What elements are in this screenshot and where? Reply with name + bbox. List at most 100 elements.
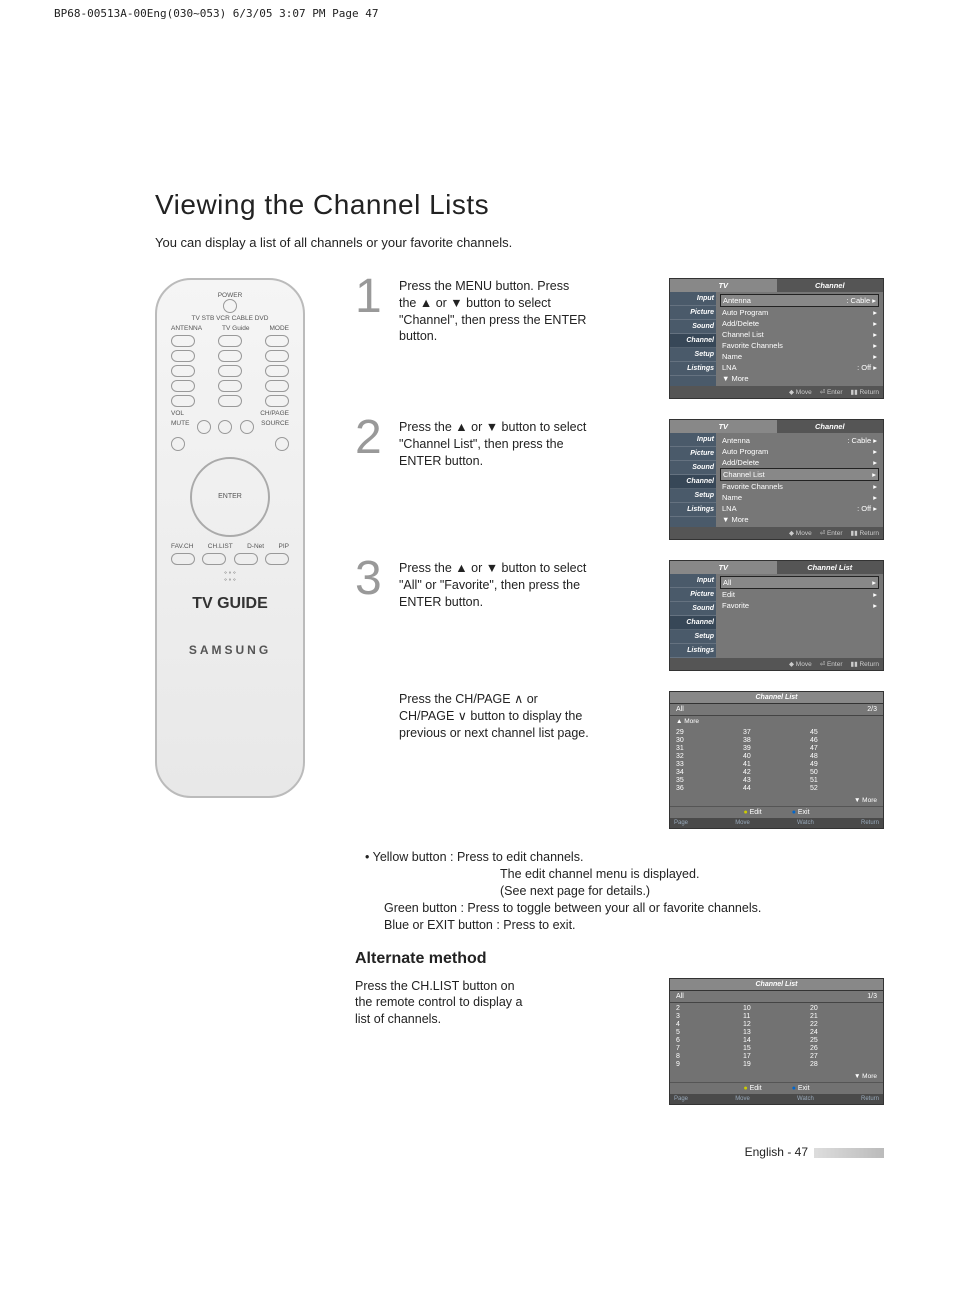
osd-screenshot-2: TV Channel Input Picture Sound Channel S…: [669, 419, 884, 540]
step-1: 1 Press the MENU button. Press the ▲ or …: [355, 278, 884, 399]
osd-menu-row: Edit ▸: [720, 589, 879, 600]
step-page-nav: Press the CH/PAGE ∧ or CH/PAGE ∨ button …: [355, 691, 884, 829]
foot-move: Move: [796, 530, 812, 537]
osd-menu-row: Favorite Channels ▸: [720, 481, 879, 492]
osd-menu-row: Auto Program ▸: [720, 446, 879, 457]
remote-column: POWER TV STB VCR CABLE DVD ANTENNA TV Gu…: [155, 278, 325, 798]
osd-tab-tv: TV: [670, 420, 777, 433]
foot-return: Return: [859, 389, 879, 396]
yellow-line2: The edit channel menu is displayed.: [365, 866, 884, 883]
side-setup: Setup: [670, 489, 716, 503]
step-number: 3: [355, 560, 387, 598]
step-2: 2 Press the ▲ or ▼ button to select "Cha…: [355, 419, 884, 540]
antenna-label: ANTENNA: [171, 325, 202, 332]
side-input: Input: [670, 292, 716, 306]
chlist-footer: PageMoveWatchReturn: [670, 818, 883, 828]
source-label: SOURCE: [261, 420, 289, 434]
chlist-grid: 2930313233343536373839404142434445464748…: [670, 727, 883, 795]
osd-footer: ◆ Move ⏎ Enter ▮▮ Return: [670, 386, 883, 398]
side-channel: Channel: [670, 334, 716, 348]
chlist-label: CH.LIST: [208, 543, 233, 550]
osd-sidebar: Input Picture Sound Channel Setup Listin…: [670, 433, 716, 527]
side-input: Input: [670, 433, 716, 447]
osd-screenshot-3: TV Channel List Input Picture Sound Chan…: [669, 560, 884, 671]
osd-menu-row: Channel List ▸: [720, 468, 879, 481]
osd-menu-row: ▼ More: [720, 514, 879, 525]
side-listings: Listings: [670, 362, 716, 376]
tvguide-logo: TV GUIDE: [171, 595, 289, 613]
osd-menu-row: Favorite Channels ▸: [720, 340, 879, 351]
side-sound: Sound: [670, 320, 716, 334]
chlist-editbar: EditExit: [670, 806, 883, 818]
yellow-line3: (See next page for details.): [365, 883, 884, 900]
blue-line: Blue or EXIT button : Press to exit.: [365, 917, 884, 934]
osd-menu-row: Antenna: Cable ▸: [720, 294, 879, 307]
osd-tab-channellist: Channel List: [777, 561, 884, 574]
side-sound: Sound: [670, 602, 716, 616]
osd-screenshot-1: TV Channel Input Picture Sound Channel S…: [669, 278, 884, 399]
foot-enter: Enter: [827, 530, 843, 537]
dnet-label: D-Net: [247, 543, 264, 550]
step-text: Press the MENU button. Press the ▲ or ▼ …: [399, 278, 589, 346]
osd-tab-tv: TV: [670, 561, 777, 574]
print-slug: BP68-00513A-00Eng(030~053) 6/3/05 3:07 P…: [54, 8, 379, 19]
tvguide-label: TV Guide: [222, 325, 249, 332]
osd-menu-row: All ▸: [720, 576, 879, 589]
step-text: Press the ▲ or ▼ button to select "All" …: [399, 560, 589, 611]
osd-menu-row: Add/Delete ▸: [720, 318, 879, 329]
foot-enter: Enter: [827, 389, 843, 396]
page-number: English - 47: [745, 1145, 808, 1159]
enter-label: ENTER: [218, 493, 242, 500]
step-number: 1: [355, 278, 387, 316]
chlist-subheader: All2/3: [670, 704, 883, 716]
osd-menu-row: Name ▸: [720, 492, 879, 503]
mode-row: ANTENNA TV Guide MODE: [171, 325, 289, 332]
side-listings: Listings: [670, 503, 716, 517]
step-text: Press the ▲ or ▼ button to select "Chann…: [399, 419, 589, 470]
chlist-footer: PageMoveWatchReturn: [670, 1094, 883, 1104]
chlist-more: ▼ More: [670, 1071, 883, 1082]
osd-sidebar: Input Picture Sound Channel Setup Listin…: [670, 574, 716, 658]
intro-text: You can display a list of all channels o…: [155, 235, 884, 250]
page: Viewing the Channel Lists You can displa…: [0, 0, 954, 1219]
foot-move: Move: [796, 661, 812, 668]
alternate-method-heading: Alternate method: [355, 950, 884, 968]
yellow-line1: Press to edit channels.: [457, 850, 583, 864]
osd-menu-row: Antenna: Cable ▸: [720, 435, 879, 446]
osd-tab-channel: Channel: [777, 279, 884, 292]
step-text: Press the CH/PAGE ∧ or CH/PAGE ∨ button …: [399, 691, 589, 742]
page-title: Viewing the Channel Lists: [155, 190, 884, 221]
channel-list-screenshot-1: Channel ListAll2/3▲ More2930313233343536…: [669, 691, 884, 829]
yellow-label: • Yellow button :: [365, 850, 453, 864]
osd-menu-row: LNA: Off ▸: [720, 503, 879, 514]
chlist-grid: 2345678910111213141517192021222425262728: [670, 1003, 883, 1071]
side-listings: Listings: [670, 644, 716, 658]
osd-menu-row: Channel List ▸: [720, 329, 879, 340]
device-row: TV STB VCR CABLE DVD: [171, 315, 289, 322]
side-channel: Channel: [670, 616, 716, 630]
step-3: 3 Press the ▲ or ▼ button to select "All…: [355, 560, 884, 671]
side-input: Input: [670, 574, 716, 588]
favch-label: FAV.CH: [171, 543, 193, 550]
remote-control-figure: POWER TV STB VCR CABLE DVD ANTENNA TV Gu…: [155, 278, 305, 798]
dpad: ENTER: [190, 457, 270, 537]
osd-sidebar: Input Picture Sound Channel Setup Listin…: [670, 292, 716, 386]
osd-menu-row: Favorite ▸: [720, 600, 879, 611]
osd-menu-row: LNA: Off ▸: [720, 362, 879, 373]
main-column: 1 Press the MENU button. Press the ▲ or …: [355, 278, 884, 1159]
chlist-title: Channel List: [670, 692, 883, 704]
osd-footer: ◆ Move ⏎ Enter ▮▮ Return: [670, 527, 883, 539]
channel-list-screenshot-2: Channel ListAll1/32345678910111213141517…: [669, 978, 884, 1105]
osd-footer: ◆ Move ⏎ Enter ▮▮ Return: [670, 658, 883, 670]
osd-menu-row: Auto Program ▸: [720, 307, 879, 318]
chlist-topmore: ▲ More: [670, 716, 883, 727]
key-1: [171, 350, 195, 362]
pip-label: PIP: [278, 543, 288, 550]
vol-label: VOL: [171, 410, 184, 417]
foot-return: Return: [859, 530, 879, 537]
step-number: 2: [355, 419, 387, 457]
bottom-labels: FAV.CH CH.LIST D-Net PIP: [171, 543, 289, 550]
chlist-more: ▼ More: [670, 795, 883, 806]
page-footer: English - 47: [355, 1145, 884, 1159]
osd-tab-channel: Channel: [777, 420, 884, 433]
